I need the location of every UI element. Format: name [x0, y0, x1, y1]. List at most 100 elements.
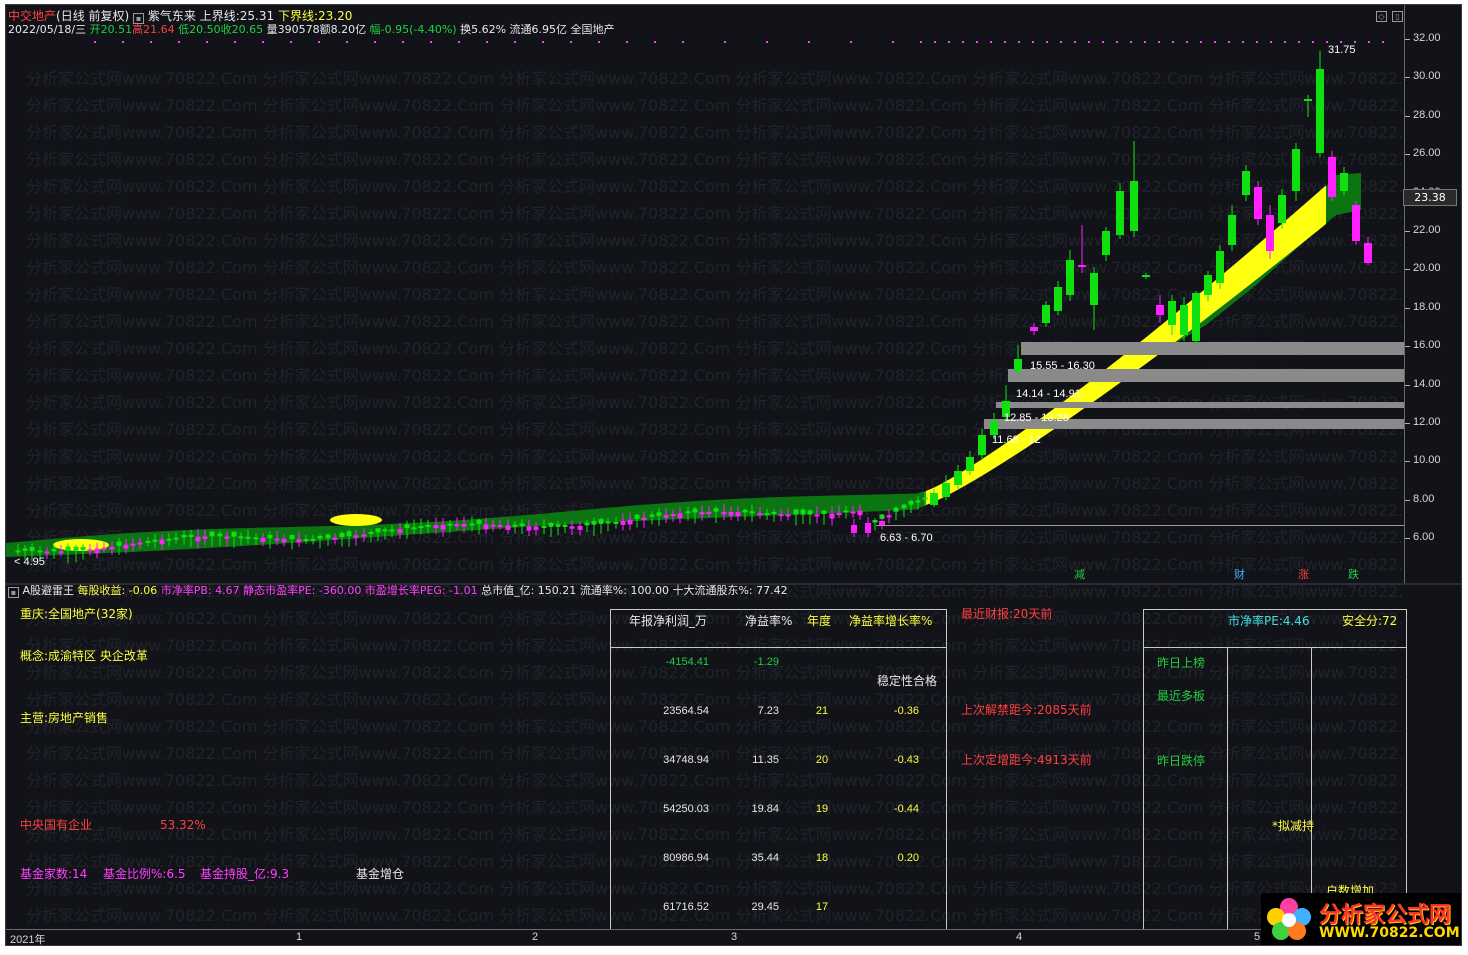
signal-dot [766, 41, 768, 43]
candle-down [389, 529, 395, 532]
quote-low: 低20.50 [178, 23, 221, 36]
candle-down [267, 534, 273, 539]
col-header-growth: 净益率增长率% [849, 614, 933, 628]
candle-up [677, 513, 683, 519]
candle-down [411, 527, 417, 530]
candle-up [296, 539, 302, 543]
signal-dot [724, 41, 726, 43]
candle-up [641, 517, 647, 521]
candle-up [533, 526, 539, 530]
candle-down [764, 513, 770, 516]
pb-value: 市净率PB: 4.67 [160, 584, 240, 597]
placement-event: 上次定增距今:4913天前 [961, 753, 1092, 767]
candle-up [260, 538, 266, 542]
signal-label: 减 [1074, 568, 1085, 581]
price-tick [1405, 384, 1410, 386]
candle-down [692, 508, 698, 513]
candle-up [454, 524, 460, 527]
candle-up [130, 543, 136, 546]
signal-dot [402, 41, 404, 43]
candle-down [1204, 275, 1212, 295]
signal-label: 跌 [1348, 567, 1359, 581]
candle-up [440, 524, 446, 530]
candle-down [325, 534, 331, 539]
candle-down [1142, 275, 1150, 277]
candle-down [1102, 231, 1110, 255]
yellow-patch [330, 514, 382, 526]
candle-up [483, 524, 489, 530]
candle-down [541, 525, 547, 528]
time-label-1: 1 [296, 931, 303, 943]
candle-down [954, 471, 962, 485]
candle-up [620, 521, 626, 525]
signal-dot [1074, 41, 1076, 43]
candle-up [461, 524, 467, 527]
signal-dot [598, 41, 600, 43]
candle-down [1316, 69, 1324, 153]
indicator-title[interactable]: A股避雷王 [23, 584, 75, 597]
time-label-3: 3 [731, 931, 738, 943]
signal-dot [1354, 41, 1356, 43]
candle-up [728, 511, 734, 516]
signal-divider [1144, 647, 1406, 648]
stock-name[interactable]: 中交地产 [8, 9, 56, 23]
candle-up [886, 515, 892, 518]
quote-float: 流通6.95亿 [509, 23, 568, 36]
candle-up [101, 547, 107, 550]
signal-dot [430, 41, 432, 43]
price-tick-label: 32.00 [1413, 32, 1441, 44]
roe-cell: 19.84 [751, 803, 779, 815]
period-label[interactable]: (日线 前复权) [56, 9, 129, 23]
candle-up [433, 525, 439, 529]
candle-down [303, 539, 309, 542]
candle-up [627, 519, 633, 525]
diamond-icon[interactable]: ◇ [1376, 11, 1387, 22]
quote-close: 收20.65 [220, 23, 264, 36]
candle-up [663, 514, 669, 518]
owner-label: 中央国有企业 [20, 818, 93, 832]
zone-label: 11.68 - 12 [992, 434, 1041, 446]
signal-dot [1214, 41, 1216, 43]
signal-dot [1116, 41, 1118, 43]
signal-dot [1368, 41, 1370, 43]
candle-up [497, 525, 503, 528]
price-tick [1405, 77, 1410, 79]
indicator-name[interactable]: 紫气东来 [148, 9, 196, 23]
candle-down [404, 524, 410, 529]
candle-up [569, 526, 575, 529]
business-text: 主营:房地产销售 [20, 711, 109, 725]
signal-dot [1270, 41, 1272, 43]
candle-down [447, 523, 453, 526]
candle-up [353, 535, 359, 538]
candle-up [94, 548, 100, 554]
candle-down [598, 519, 604, 524]
candle-down [942, 483, 950, 497]
candle-down [922, 497, 928, 500]
price-chart[interactable]: 31.75 < 4.95 15.55 - 16.30 14.14 - 14.91 12.… [6, 5, 1404, 583]
candle-down [1054, 287, 1062, 311]
signal-dot [542, 41, 544, 43]
fund-trend: 基金增仓 [356, 867, 405, 881]
profit-cell: 61716.52 [663, 901, 709, 913]
quote-date: 2022/05/18/三 [8, 23, 87, 36]
restore-icon[interactable]: ▯ [1392, 11, 1403, 22]
signal-dot [486, 41, 488, 43]
candle-down [15, 550, 21, 553]
signal-dot [1060, 41, 1062, 43]
financial-table: 年报净利润_万 净益率% 年度 净益率增长率% -4154.41 -1.29 稳… [610, 609, 947, 931]
signal-dot [1284, 41, 1286, 43]
candle-down [181, 534, 187, 538]
zone-label: 12.85 - 13.28 [1004, 412, 1069, 424]
signal-dot [1200, 41, 1202, 43]
signal-dot [682, 41, 684, 43]
candle-up [778, 514, 784, 517]
pb-label: 市净率PE:4.46 [1228, 614, 1310, 628]
support-line [876, 525, 1404, 526]
panel-icon[interactable]: ▪ [8, 587, 19, 598]
candle-up [706, 511, 712, 514]
candle-down [555, 524, 561, 527]
candle-down [188, 534, 194, 537]
candle-down [1242, 171, 1250, 195]
signal-dot [948, 41, 950, 43]
signal-dot [1046, 41, 1048, 43]
